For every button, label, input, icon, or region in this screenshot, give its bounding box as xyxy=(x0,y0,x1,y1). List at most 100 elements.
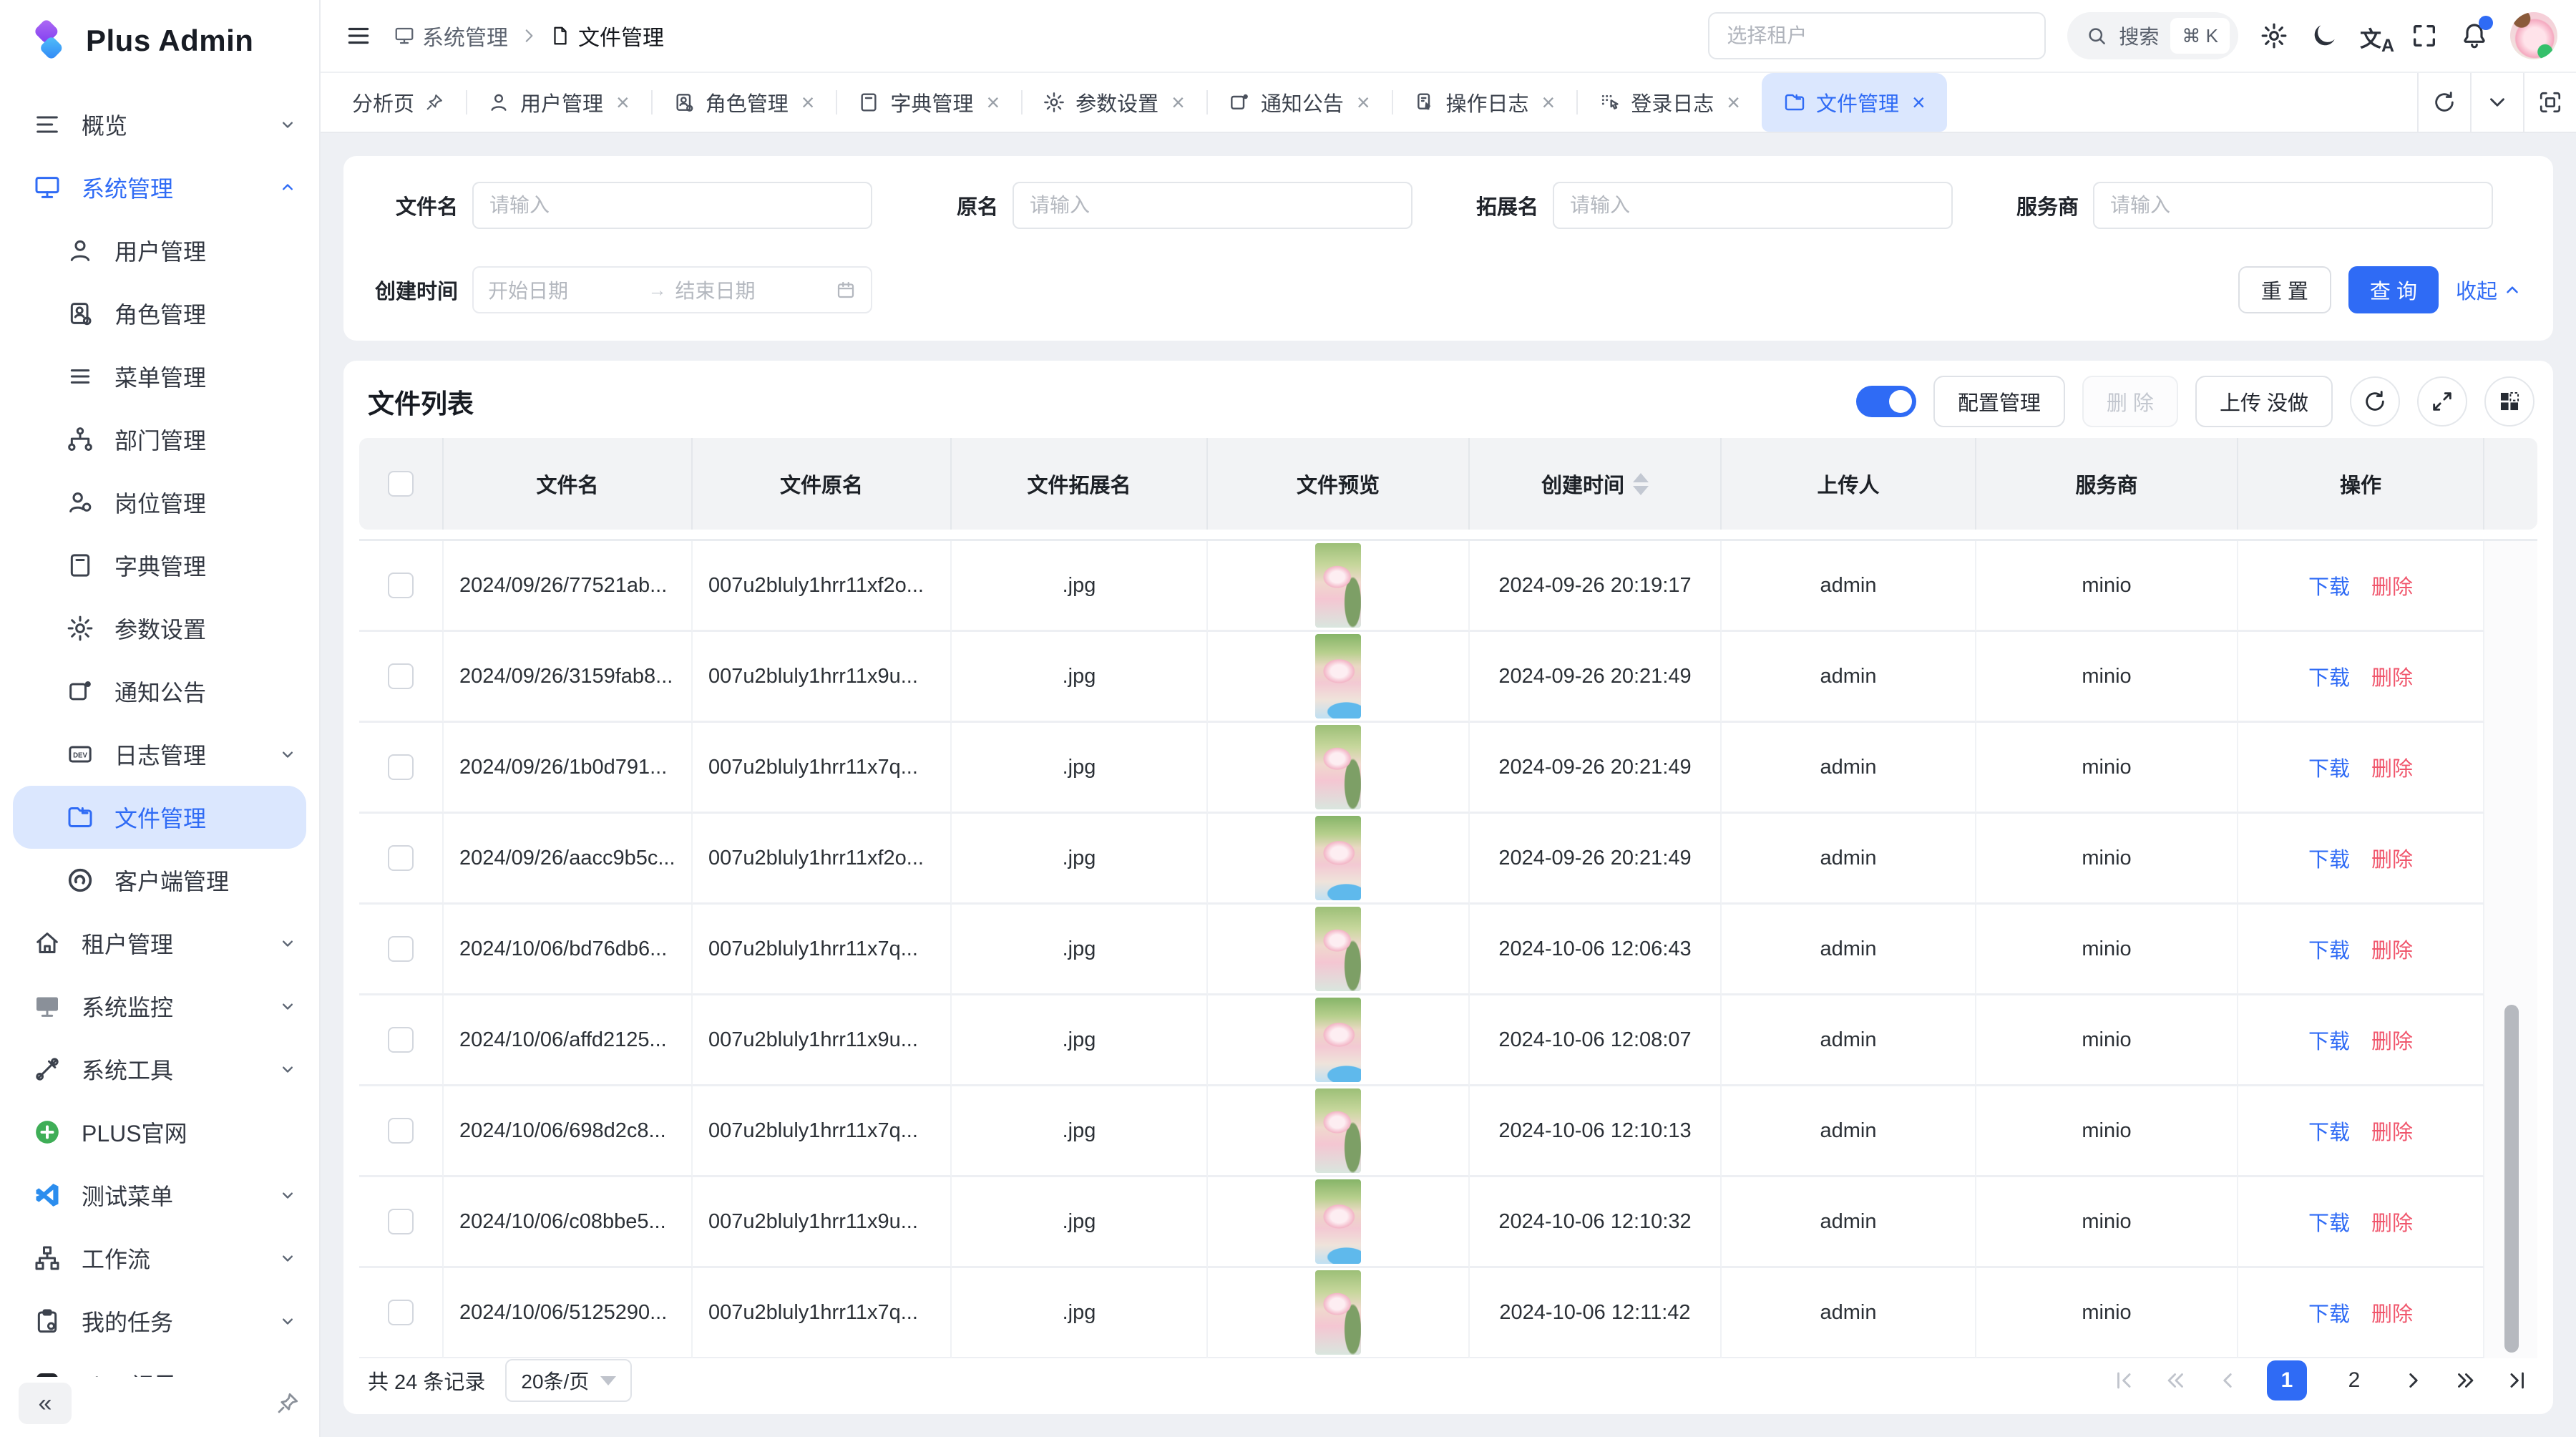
sidebar-item-param-settings[interactable]: 参数设置 xyxy=(0,597,319,660)
breadcrumb-item-file[interactable]: 文件管理 xyxy=(550,20,664,52)
search-toggle-switch[interactable] xyxy=(1856,386,1916,417)
select-all-checkbox[interactable] xyxy=(388,471,414,497)
delete-link[interactable]: 删除 xyxy=(2371,752,2413,782)
preview-thumbnail[interactable] xyxy=(1315,634,1361,718)
tab-file-mgmt[interactable]: 文件管理× xyxy=(1762,73,1947,132)
sidebar-item-dept-mgmt[interactable]: 部门管理 xyxy=(0,408,319,471)
tab-login-log[interactable]: 登录日志× xyxy=(1576,73,1762,132)
sidebar-item-test-menu[interactable]: 测试菜单 xyxy=(0,1164,319,1227)
download-link[interactable]: 下载 xyxy=(2308,661,2350,691)
delete-link[interactable]: 删除 xyxy=(2371,843,2413,873)
preview-thumbnail[interactable] xyxy=(1315,1179,1361,1264)
tabs-refresh-button[interactable] xyxy=(2417,73,2470,132)
delete-link[interactable]: 删除 xyxy=(2371,1207,2413,1237)
column-settings-button[interactable] xyxy=(2484,376,2534,427)
upload-button[interactable]: 上传 没做 xyxy=(2195,376,2333,427)
tab-close-icon[interactable]: × xyxy=(801,91,815,114)
tab-close-icon[interactable]: × xyxy=(1542,91,1556,114)
tabs-menu-button[interactable] xyxy=(2470,73,2523,132)
sidebar-item-client-mgmt[interactable]: 客户端管理 xyxy=(0,849,319,912)
sidebar-item-gitee-log[interactable]: gitee记录 xyxy=(0,1353,319,1377)
sidebar-item-overview[interactable]: 概览 xyxy=(0,93,319,156)
reset-button[interactable]: 重 置 xyxy=(2238,266,2331,313)
tab-op-log[interactable]: 操作日志× xyxy=(1392,73,1577,132)
sidebar-item-system-monitor[interactable]: 系统监控 xyxy=(0,975,319,1038)
first-page-button[interactable] xyxy=(2112,1368,2137,1393)
fullscreen-icon[interactable] xyxy=(2410,21,2439,50)
row-checkbox[interactable] xyxy=(388,1027,414,1053)
download-link[interactable]: 下载 xyxy=(2308,1207,2350,1237)
prev-page-button[interactable] xyxy=(2215,1368,2240,1393)
content-fullscreen-button[interactable] xyxy=(2523,73,2576,132)
row-checkbox[interactable] xyxy=(388,754,414,780)
sidebar-item-file-mgmt[interactable]: 文件管理 xyxy=(13,786,306,849)
sidebar-item-system-mgmt[interactable]: 系统管理 xyxy=(0,156,319,219)
row-checkbox[interactable] xyxy=(388,1118,414,1144)
download-link[interactable]: 下载 xyxy=(2308,843,2350,873)
preview-thumbnail[interactable] xyxy=(1315,907,1361,991)
preview-thumbnail[interactable] xyxy=(1315,725,1361,809)
forward-five-pages-button[interactable] xyxy=(2453,1368,2477,1393)
provider-input[interactable] xyxy=(2093,182,2493,229)
sidebar-collapse-button[interactable]: « xyxy=(19,1383,72,1424)
row-checkbox[interactable] xyxy=(388,936,414,962)
tab-analysis[interactable]: 分析页 xyxy=(331,73,466,132)
origin-name-input[interactable] xyxy=(1013,182,1413,229)
sidebar-item-dict-mgmt[interactable]: 字典管理 xyxy=(0,534,319,597)
settings-gear-icon[interactable] xyxy=(2260,21,2288,50)
notifications-bell-icon[interactable] xyxy=(2460,21,2489,50)
row-checkbox[interactable] xyxy=(388,663,414,689)
delete-link[interactable]: 删除 xyxy=(2371,661,2413,691)
extension-input[interactable] xyxy=(1553,182,1953,229)
menu-toggle-icon[interactable] xyxy=(345,22,372,49)
tab-close-icon[interactable]: × xyxy=(616,91,630,114)
tenant-select-input[interactable] xyxy=(1708,12,2046,59)
sidebar-item-post-mgmt[interactable]: 岗位管理 xyxy=(0,471,319,534)
sidebar-item-menu-mgmt[interactable]: 菜单管理 xyxy=(0,345,319,408)
table-scrollbar[interactable] xyxy=(2504,1005,2519,1353)
page-size-select[interactable]: 20条/页 xyxy=(505,1359,632,1402)
sidebar-item-system-tools[interactable]: 系统工具 xyxy=(0,1038,319,1101)
date-range-input[interactable]: 开始日期 → 结束日期 xyxy=(472,266,872,313)
sidebar-item-tenant-mgmt[interactable]: 租户管理 xyxy=(0,912,319,975)
sidebar-item-log-mgmt[interactable]: DEV日志管理 xyxy=(0,723,319,786)
tab-user-mgmt[interactable]: 用户管理× xyxy=(466,73,651,132)
translate-icon[interactable]: 文A xyxy=(2360,21,2389,50)
delete-link[interactable]: 删除 xyxy=(2371,1116,2413,1146)
download-link[interactable]: 下载 xyxy=(2308,1116,2350,1146)
page-number-1[interactable]: 1 xyxy=(2267,1360,2307,1401)
sidebar-item-workflow[interactable]: 工作流 xyxy=(0,1227,319,1290)
column-header-sortable[interactable]: 创建时间 xyxy=(1470,438,1722,530)
preview-thumbnail[interactable] xyxy=(1315,816,1361,900)
tab-close-icon[interactable]: × xyxy=(986,91,1000,114)
download-link[interactable]: 下载 xyxy=(2308,1025,2350,1055)
preview-thumbnail[interactable] xyxy=(1315,1270,1361,1355)
last-page-button[interactable] xyxy=(2504,1368,2529,1393)
breadcrumb-item-system[interactable]: 系统管理 xyxy=(394,20,508,52)
sidebar-item-user-mgmt[interactable]: 用户管理 xyxy=(0,219,319,282)
sidebar-item-my-tasks[interactable]: 我的任务 xyxy=(0,1290,319,1353)
dark-mode-moon-icon[interactable] xyxy=(2310,21,2338,50)
delete-button[interactable]: 删 除 xyxy=(2082,376,2178,427)
delete-link[interactable]: 删除 xyxy=(2371,1025,2413,1055)
row-checkbox[interactable] xyxy=(388,845,414,871)
tab-close-icon[interactable]: × xyxy=(1357,91,1370,114)
search-button[interactable]: 查 询 xyxy=(2348,266,2439,313)
row-checkbox[interactable] xyxy=(388,573,414,598)
delete-link[interactable]: 删除 xyxy=(2371,1297,2413,1328)
config-manage-button[interactable]: 配置管理 xyxy=(1933,376,2065,427)
tab-close-icon[interactable]: × xyxy=(1912,91,1926,114)
table-refresh-button[interactable] xyxy=(2350,376,2400,427)
user-avatar[interactable] xyxy=(2510,12,2557,59)
tab-params[interactable]: 参数设置× xyxy=(1021,73,1206,132)
back-five-pages-button[interactable] xyxy=(2164,1368,2188,1393)
download-link[interactable]: 下载 xyxy=(2308,934,2350,964)
collapse-filter-link[interactable]: 收起 xyxy=(2456,275,2522,305)
delete-link[interactable]: 删除 xyxy=(2371,934,2413,964)
row-checkbox[interactable] xyxy=(388,1209,414,1234)
row-checkbox[interactable] xyxy=(388,1300,414,1325)
file-name-input[interactable] xyxy=(472,182,872,229)
tab-close-icon[interactable]: × xyxy=(1727,91,1740,114)
tab-close-icon[interactable]: × xyxy=(1171,91,1185,114)
download-link[interactable]: 下载 xyxy=(2308,1297,2350,1328)
